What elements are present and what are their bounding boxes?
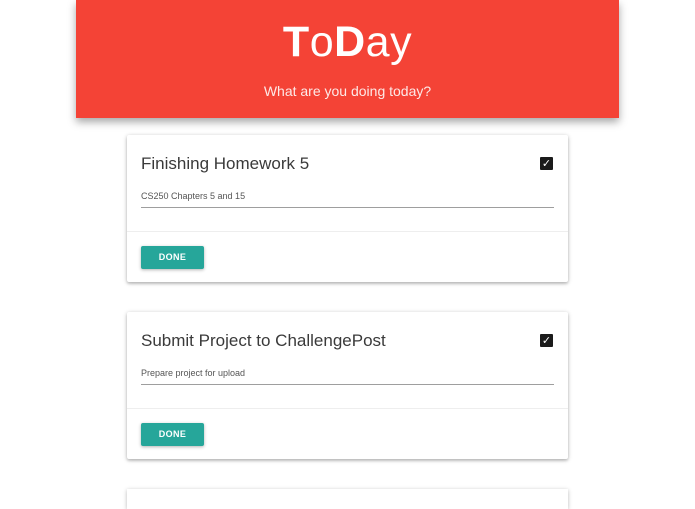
task-card-partial: [127, 489, 568, 509]
task-description-input[interactable]: [141, 184, 554, 208]
task-title: Submit Project to ChallengePost: [141, 331, 386, 350]
app-header: ToDay What are you doing today?: [76, 0, 619, 118]
task-description-input[interactable]: [141, 361, 554, 385]
app-title: ToDay: [76, 16, 619, 68]
title-part: ay: [365, 18, 413, 66]
checkmark-icon: ✓: [541, 157, 552, 170]
task-card-content: Submit Project to ChallengePost ✓: [127, 312, 568, 409]
checkmark-icon: ✓: [541, 334, 552, 347]
task-card: Finishing Homework 5 ✓ DONE: [127, 135, 568, 282]
title-part: o: [309, 18, 335, 66]
done-button[interactable]: DONE: [141, 423, 204, 446]
task-checkbox[interactable]: ✓: [540, 334, 553, 347]
task-title: Finishing Homework 5: [141, 154, 310, 173]
app-subtitle: What are you doing today?: [263, 83, 432, 99]
task-card: Submit Project to ChallengePost ✓ DONE: [127, 312, 568, 459]
app-container: ToDay What are you doing today? Finishin…: [76, 0, 619, 509]
task-card-content: Finishing Homework 5 ✓: [127, 135, 568, 232]
title-part: D: [334, 18, 366, 66]
done-button[interactable]: DONE: [141, 246, 204, 269]
task-checkbox[interactable]: ✓: [540, 157, 553, 170]
title-part: T: [282, 18, 310, 66]
